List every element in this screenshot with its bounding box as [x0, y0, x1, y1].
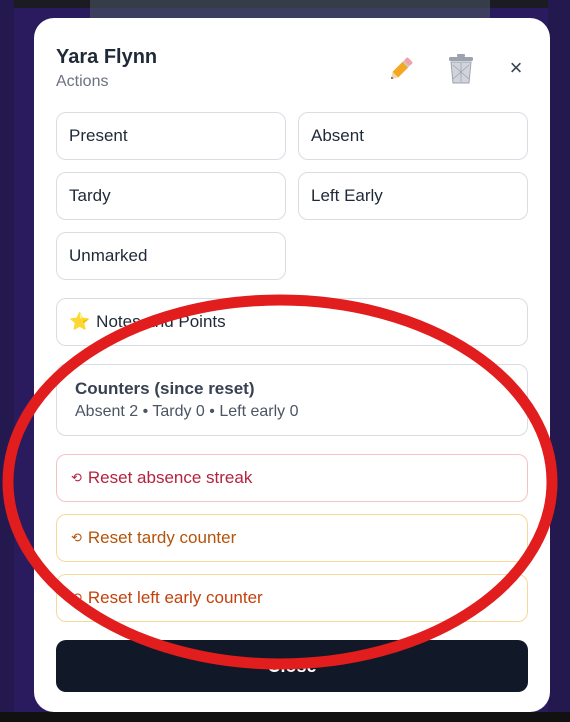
notes-and-points-button[interactable]: ⭐ Notes and Points	[56, 298, 528, 346]
status-present-button[interactable]: Present	[56, 112, 286, 160]
notes-label: Notes and Points	[96, 312, 226, 331]
reset-icon: ⟲	[71, 470, 82, 485]
delete-button[interactable]	[444, 52, 478, 86]
close-button[interactable]: Close	[56, 640, 528, 692]
reset-absence-streak-button[interactable]: ⟲ Reset absence streak	[56, 454, 528, 502]
actions-sheet: Yara Flynn Actions × Present Absent Tard…	[34, 18, 550, 712]
status-unmarked-button[interactable]: Unmarked	[56, 232, 286, 280]
status-tardy-button[interactable]: Tardy	[56, 172, 286, 220]
pencil-icon	[391, 57, 413, 79]
edit-button[interactable]	[384, 52, 418, 86]
trash-icon	[449, 54, 473, 84]
status-absent-button[interactable]: Absent	[298, 112, 528, 160]
status-left-early-button[interactable]: Left Early	[298, 172, 528, 220]
counters-summary: Absent 2 • Tardy 0 • Left early 0	[75, 403, 299, 420]
reset-label: Reset left early counter	[87, 588, 263, 607]
backdrop-left	[0, 0, 14, 722]
student-name: Yara Flynn	[56, 46, 158, 68]
backdrop-right	[548, 0, 570, 722]
counters-title: Counters (since reset)	[75, 379, 255, 398]
star-icon: ⭐	[69, 312, 91, 331]
reset-label: Reset absence streak	[87, 468, 253, 487]
sheet-subtitle: Actions	[56, 73, 109, 90]
counters-panel: Counters (since reset) Absent 2 • Tardy …	[56, 364, 528, 436]
backdrop-bottom	[0, 712, 570, 722]
close-icon[interactable]: ×	[504, 55, 528, 80]
reset-icon: ⟲	[71, 530, 82, 545]
reset-left-early-counter-button[interactable]: ⟲ Reset left early counter	[56, 574, 528, 622]
reset-icon: ⟲	[71, 590, 82, 605]
reset-label: Reset tardy counter	[87, 528, 237, 547]
reset-tardy-counter-button[interactable]: ⟲ Reset tardy counter	[56, 514, 528, 562]
